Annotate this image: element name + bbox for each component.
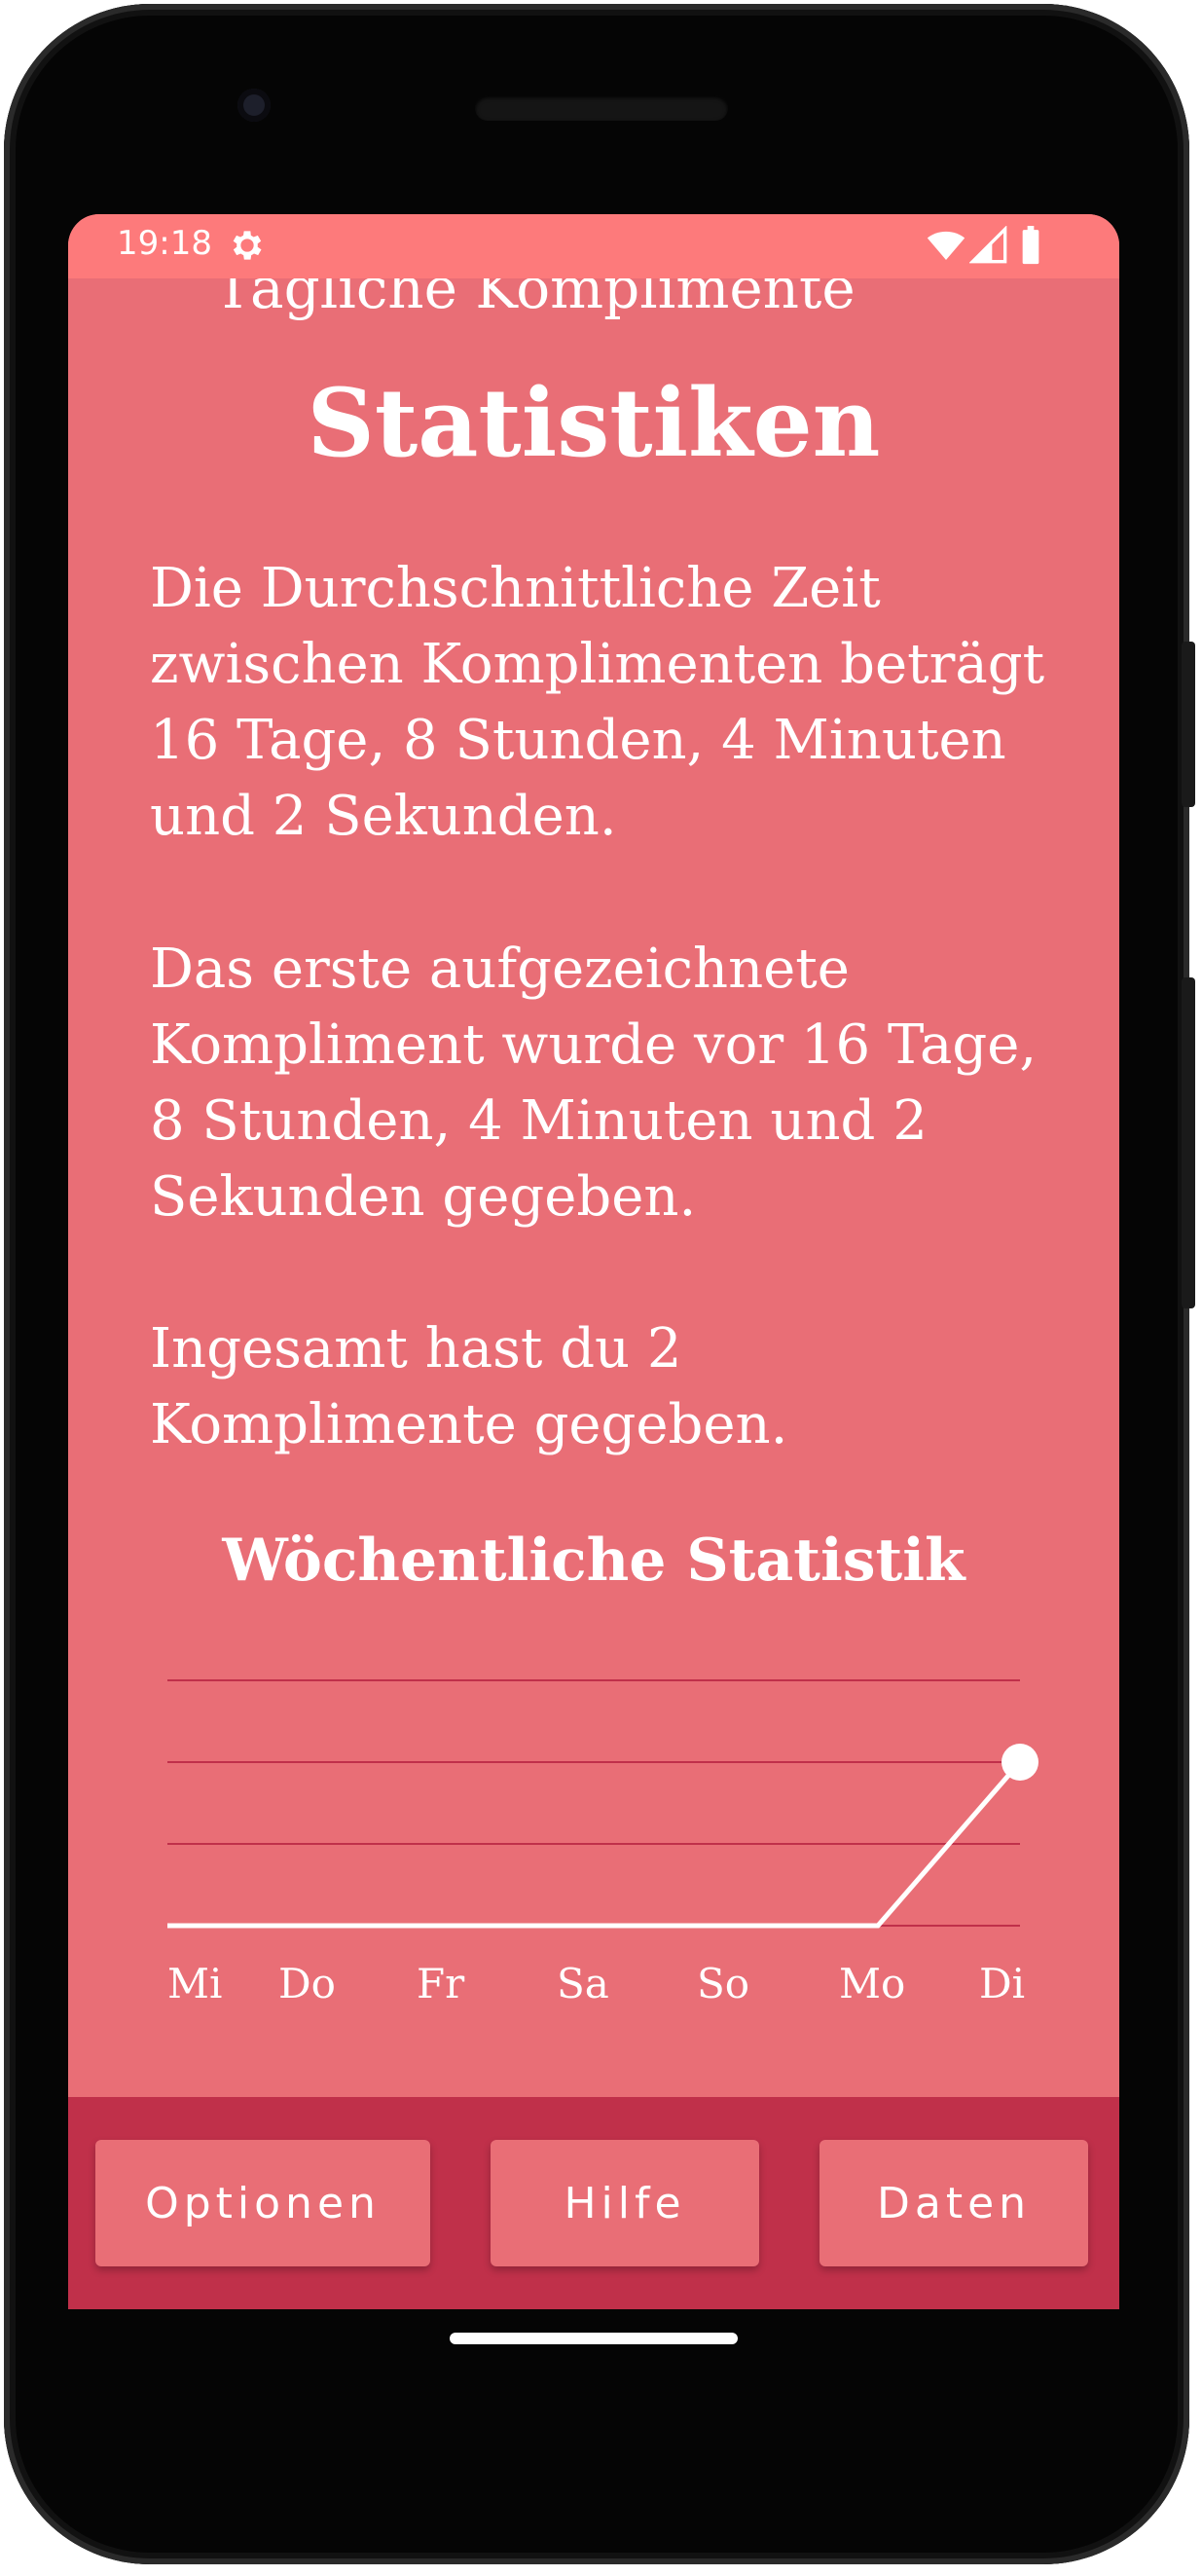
options-button[interactable]: Optionen	[95, 2140, 430, 2266]
total-compliments-text: Ingesamt hast du 2 Komplimente gegeben.	[150, 1317, 788, 1456]
front-camera	[237, 89, 271, 122]
chart-x-tick-label: Sa	[557, 1960, 609, 2007]
bottom-nav: Optionen Hilfe Daten	[68, 2097, 1119, 2309]
chart-data-point	[1002, 1744, 1038, 1781]
chart-x-tick-label: Fr	[417, 1960, 465, 2007]
chart-x-tick-label: So	[697, 1960, 749, 2007]
gear-icon	[233, 231, 262, 260]
signal-icon	[969, 226, 1007, 264]
chart-x-tick-label: Mo	[839, 1960, 905, 2007]
average-interval-text: Die Durchschnittliche Zeit zwischen Komp…	[150, 557, 1045, 848]
volume-button	[1182, 642, 1195, 807]
weekly-line-chart: Mi Do Fr Sa So Mo Di	[167, 1679, 1038, 2007]
data-button[interactable]: Daten	[820, 2140, 1088, 2266]
page-title: Statistiken	[307, 368, 881, 478]
earpiece-speaker	[475, 95, 728, 121]
status-time: 19:18	[117, 224, 212, 263]
first-compliment-text: Das erste aufgezeichnete Kompliment wurd…	[150, 938, 1038, 1229]
chart-x-tick-label: Do	[278, 1960, 336, 2007]
chart-x-tick-label: Di	[979, 1960, 1025, 2007]
battery-icon	[1022, 226, 1039, 265]
status-bar: 19:18	[68, 214, 1119, 278]
help-button[interactable]: Hilfe	[491, 2140, 759, 2266]
wifi-icon	[927, 231, 965, 260]
chart-x-tick-label: Mi	[167, 1960, 222, 2007]
app-screen: Tägliche Komplimente 19:18 Statistiken D…	[68, 214, 1119, 2309]
home-indicator[interactable]	[450, 2333, 738, 2344]
chart-title: Wöchentliche Statistik	[222, 1527, 965, 1595]
power-button	[1182, 977, 1195, 1308]
